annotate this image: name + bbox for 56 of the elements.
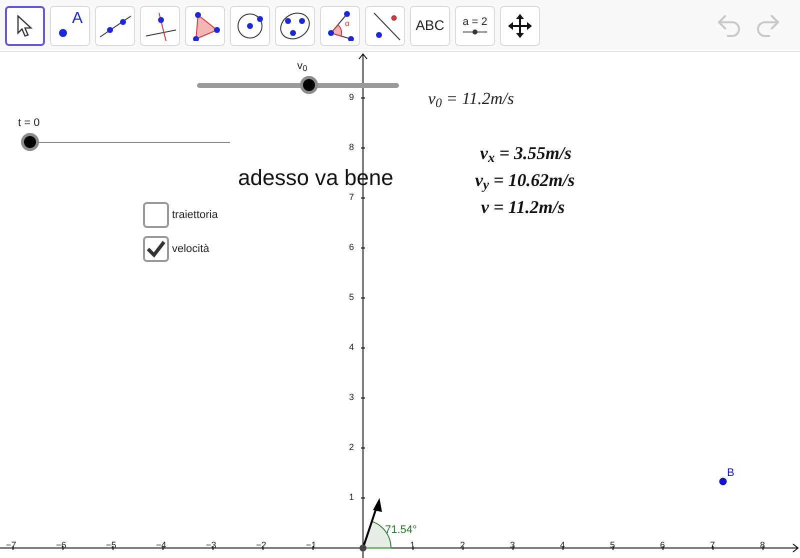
axis-tick-label: 7 bbox=[349, 193, 354, 202]
formula-text: v = 11.2m/s bbox=[481, 198, 565, 216]
text-tool[interactable]: ABC bbox=[410, 6, 450, 46]
checkbox-label: traiettoria bbox=[172, 208, 218, 223]
point-label: B bbox=[727, 468, 734, 479]
perpendicular-tool[interactable] bbox=[140, 6, 180, 46]
perpendicular-lines-icon bbox=[143, 10, 177, 40]
checkbox-label: velocità bbox=[172, 242, 210, 257]
axis-tick-label: 3 bbox=[510, 541, 516, 550]
axis-tick-label: 8 bbox=[349, 143, 354, 152]
axis-tick-label: 3 bbox=[349, 393, 354, 402]
circle-tool[interactable] bbox=[230, 6, 270, 46]
checkmark-icon bbox=[146, 240, 166, 258]
conic-tool[interactable] bbox=[275, 6, 315, 46]
slider-thumb[interactable] bbox=[300, 76, 318, 94]
axis-tick-label: −5 bbox=[106, 541, 116, 550]
pan-tool[interactable] bbox=[500, 6, 540, 46]
axis-tick-label: 8 bbox=[760, 541, 766, 550]
slider-label: v$_{0}$ bbox=[297, 61, 308, 72]
slider-thumb[interactable] bbox=[21, 133, 39, 151]
axis-tick-label: 5 bbox=[610, 541, 616, 550]
axis-tick-label: −3 bbox=[206, 541, 216, 550]
origin-point bbox=[360, 544, 366, 552]
checkbox[interactable] bbox=[143, 202, 169, 228]
axis-tick-label: −2 bbox=[256, 541, 266, 550]
axis-tick-label: −7 bbox=[6, 541, 16, 550]
formula-text: v$_{0}$ = 11.2m/s bbox=[428, 90, 514, 107]
checkbox[interactable] bbox=[143, 236, 169, 262]
axis-tick-label: 1 bbox=[349, 493, 354, 502]
line-tool[interactable] bbox=[95, 6, 135, 46]
axis-tick-label: 2 bbox=[460, 541, 466, 550]
axis-tick-label: 5 bbox=[349, 293, 354, 302]
axis-tick-label: 1 bbox=[410, 541, 416, 550]
angle-label: 71.54° bbox=[385, 525, 417, 536]
polygon-tool[interactable] bbox=[185, 6, 225, 46]
axis-tick-label: −4 bbox=[156, 541, 166, 550]
slider-tool-label: a = 2 bbox=[462, 16, 488, 28]
axis-tick-label: 7 bbox=[710, 541, 716, 550]
axis-tick-label: −6 bbox=[56, 541, 66, 550]
slider-label: t = 0 bbox=[18, 118, 40, 129]
move-arrows-icon bbox=[507, 12, 533, 38]
axis-tick-label: 6 bbox=[349, 243, 354, 252]
axis-tick-label: 2 bbox=[349, 443, 354, 452]
formula-text: v$_{x}$ = 3.55m/s bbox=[480, 144, 572, 162]
axis-tick-label: 9 bbox=[349, 93, 354, 102]
axis-tick-label: 4 bbox=[560, 541, 566, 550]
move-tool[interactable] bbox=[5, 6, 45, 46]
ellipse-icon bbox=[278, 10, 312, 40]
axis-tick-label: −1 bbox=[306, 541, 316, 550]
point-b[interactable] bbox=[719, 478, 727, 486]
slider-tool[interactable]: a = 2 bbox=[455, 6, 495, 46]
axis-tick-label: 6 bbox=[660, 541, 666, 550]
axis-tick-label: 4 bbox=[349, 343, 354, 352]
reflect-tool[interactable] bbox=[365, 6, 405, 46]
cursor-icon bbox=[16, 14, 34, 36]
slider-icon bbox=[462, 28, 488, 34]
